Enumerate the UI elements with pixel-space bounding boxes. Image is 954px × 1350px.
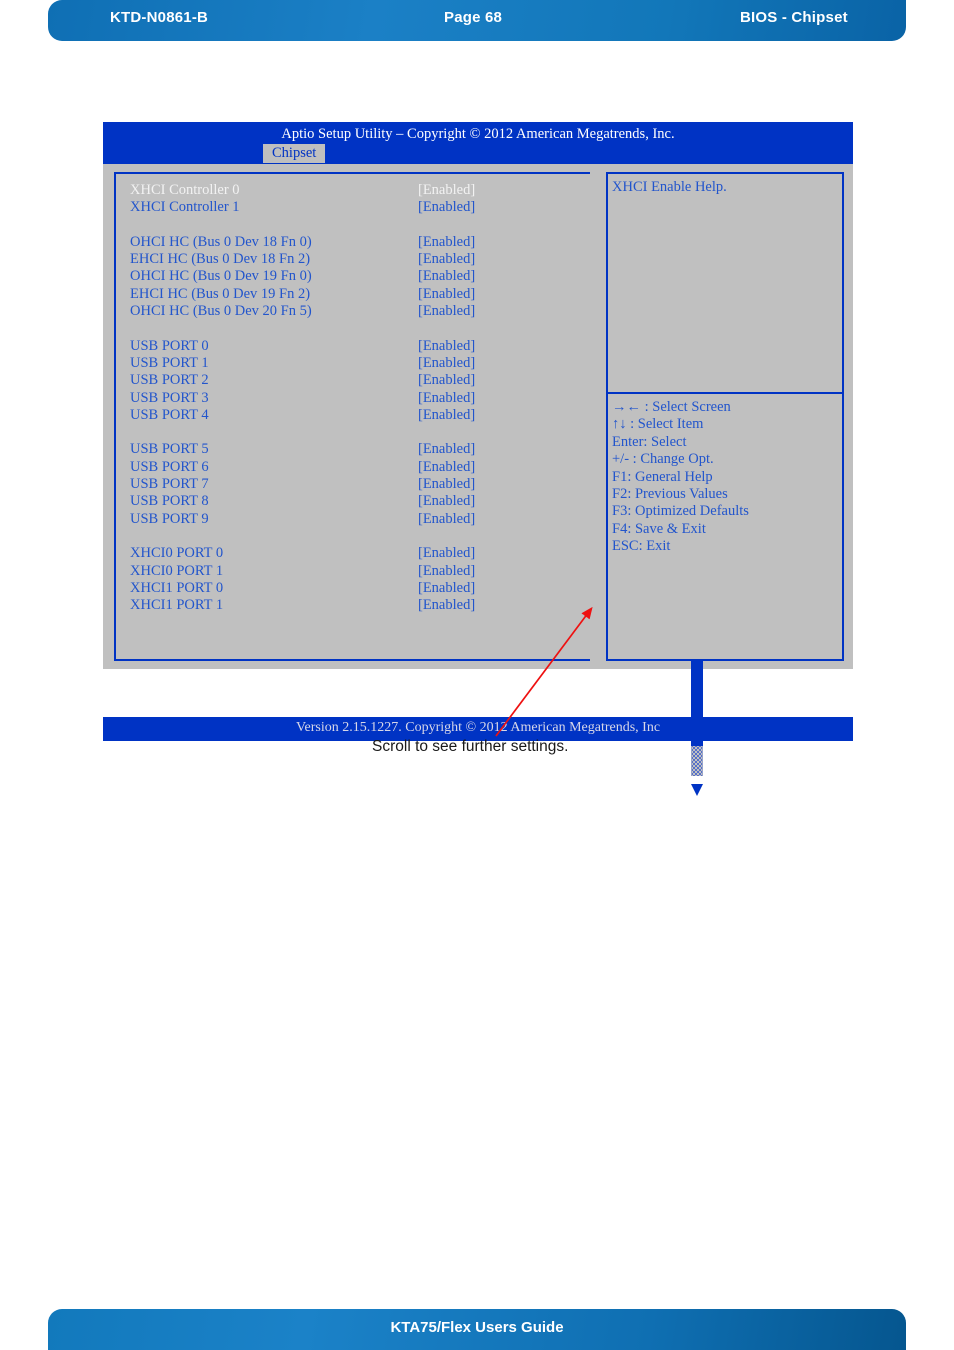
setting-label: OHCI HC (Bus 0 Dev 18 Fn 0) <box>130 233 312 250</box>
page-footer-bar: KTA75/Flex Users Guide <box>48 1309 906 1350</box>
setting-value[interactable]: [Enabled] <box>418 441 475 458</box>
settings-row[interactable]: EHCI HC (Bus 0 Dev 18 Fn 2) [Enabled] <box>130 251 580 268</box>
setting-label: USB PORT 4 <box>130 406 209 423</box>
settings-row[interactable]: XHCI Controller 0 [Enabled] <box>130 182 580 199</box>
setting-value[interactable]: [Enabled] <box>418 199 475 216</box>
settings-row[interactable]: USB PORT 4 [Enabled] <box>130 407 580 424</box>
row-spacer <box>130 320 580 337</box>
setting-label: XHCI1 PORT 1 <box>130 597 224 614</box>
settings-row[interactable]: USB PORT 0 [Enabled] <box>130 338 580 355</box>
settings-row[interactable]: XHCI Controller 1 [Enabled] <box>130 199 580 216</box>
document-id: KTD-N0861-B <box>110 9 209 26</box>
bios-version-text: Version 2.15.1227. Copyright © 2012 Amer… <box>295 720 661 735</box>
setting-label: EHCI HC (Bus 0 Dev 18 Fn 2) <box>130 251 311 268</box>
setting-label: USB PORT 9 <box>130 510 209 527</box>
settings-row[interactable]: USB PORT 1 [Enabled] <box>130 355 580 372</box>
setting-label: EHCI HC (Bus 0 Dev 19 Fn 2) <box>130 285 311 302</box>
section-title: BIOS - Chipset <box>740 9 848 26</box>
setting-value[interactable]: [Enabled] <box>418 303 475 320</box>
setting-label: XHCI1 PORT 0 <box>130 579 224 596</box>
setting-value[interactable]: [Enabled] <box>418 182 475 199</box>
bios-title-bar: Aptio Setup Utility – Copyright © 2012 A… <box>103 122 853 164</box>
setting-value[interactable]: [Enabled] <box>418 563 475 580</box>
key-legend-item: F3: Optimized Defaults <box>612 503 749 520</box>
setting-label: OHCI HC (Bus 0 Dev 20 Fn 5) <box>130 303 312 320</box>
bios-title-text: Aptio Setup Utility – Copyright © 2012 A… <box>281 126 675 142</box>
setting-value[interactable]: [Enabled] <box>418 338 475 355</box>
bios-version-bar: Version 2.15.1227. Copyright © 2012 Amer… <box>103 717 853 741</box>
key-legend-item: ESC: Exit <box>612 538 671 555</box>
setting-label: USB PORT 8 <box>130 493 209 510</box>
settings-row-list: XHCI Controller 0 [Enabled] XHCI Controlle… <box>130 182 580 614</box>
row-spacer <box>130 424 580 441</box>
setting-value[interactable]: [Enabled] <box>418 459 475 476</box>
setting-value[interactable]: [Enabled] <box>418 268 475 285</box>
settings-row[interactable]: OHCI HC (Bus 0 Dev 18 Fn 0) [Enabled] <box>130 234 580 251</box>
setting-value[interactable]: [Enabled] <box>418 355 475 372</box>
settings-row[interactable]: XHCI1 PORT 0 [Enabled] <box>130 580 580 597</box>
key-legend-item: →← : Select Screen <box>612 399 731 415</box>
page-header-bar: KTD-N0861-B Page 68 BIOS - Chipset <box>48 0 906 41</box>
setting-value[interactable]: [Enabled] <box>418 580 475 597</box>
setting-label: USB PORT 0 <box>130 337 209 354</box>
setting-label: USB PORT 3 <box>130 389 209 406</box>
setting-label: USB PORT 2 <box>130 372 209 389</box>
setting-value[interactable]: [Enabled] <box>418 511 475 528</box>
setting-label: XHCI Controller 1 <box>130 199 240 216</box>
key-legend-item: F4: Save & Exit <box>612 520 706 537</box>
setting-value[interactable]: [Enabled] <box>418 390 475 407</box>
key-legend-panel: →← : Select Screen ↑↓ : Select Item Enter:… <box>606 394 844 661</box>
setting-value[interactable]: [Enabled] <box>418 372 475 389</box>
tab-chipset[interactable]: Chipset <box>263 144 326 163</box>
setting-label: USB PORT 7 <box>130 476 209 493</box>
setting-value[interactable]: [Enabled] <box>418 407 475 424</box>
setting-label: USB PORT 5 <box>130 441 209 458</box>
setting-value[interactable]: [Enabled] <box>418 251 475 268</box>
setting-label: OHCI HC (Bus 0 Dev 19 Fn 0) <box>130 268 312 285</box>
settings-row[interactable]: XHCI0 PORT 0 [Enabled] <box>130 545 580 562</box>
key-legend-item: F1: General Help <box>612 468 713 485</box>
key-legend-item: F2: Previous Values <box>612 486 728 503</box>
setting-value[interactable]: [Enabled] <box>418 476 475 493</box>
help-text: XHCI Enable Help. <box>612 179 727 195</box>
settings-row[interactable]: OHCI HC (Bus 0 Dev 20 Fn 5) [Enabled] <box>130 303 580 320</box>
setting-label: XHCI0 PORT 1 <box>130 562 224 579</box>
settings-row[interactable]: USB PORT 3 [Enabled] <box>130 390 580 407</box>
settings-row[interactable]: USB PORT 2 [Enabled] <box>130 372 580 389</box>
key-legend-list: →← : Select Screen ↑↓ : Select Item Enter:… <box>612 399 749 556</box>
settings-row[interactable]: EHCI HC (Bus 0 Dev 19 Fn 2) [Enabled] <box>130 286 580 303</box>
setting-value[interactable]: [Enabled] <box>418 286 475 303</box>
document-page: KTD-N0861-B Page 68 BIOS - Chipset Aptio… <box>0 0 954 1350</box>
setting-value[interactable]: [Enabled] <box>418 545 475 562</box>
key-legend-item: Enter: Select <box>612 433 687 450</box>
row-spacer <box>130 217 580 234</box>
settings-row[interactable]: USB PORT 7 [Enabled] <box>130 476 580 493</box>
key-legend-item: ↑↓ : Select Item <box>612 416 704 433</box>
setting-label: USB PORT 6 <box>130 458 209 475</box>
settings-row[interactable]: XHCI0 PORT 1 [Enabled] <box>130 563 580 580</box>
key-legend-item: +/- : Change Opt. <box>612 451 714 468</box>
bios-body: XHCI Controller 0 [Enabled] XHCI Controlle… <box>103 164 853 796</box>
settings-row[interactable]: USB PORT 6 [Enabled] <box>130 459 580 476</box>
setting-label: XHCI Controller 0 <box>130 182 240 198</box>
settings-row[interactable]: OHCI HC (Bus 0 Dev 19 Fn 0) [Enabled] <box>130 268 580 285</box>
setting-value[interactable]: [Enabled] <box>418 493 475 510</box>
scrollbar-track[interactable] <box>691 746 703 776</box>
help-panel: XHCI Enable Help. <box>606 172 844 394</box>
guide-title: KTA75/Flex Users Guide <box>390 1319 564 1336</box>
setting-value[interactable]: [Enabled] <box>418 234 475 251</box>
settings-row[interactable]: USB PORT 5 [Enabled] <box>130 441 580 458</box>
scroll-down-arrow-icon[interactable] <box>691 784 703 796</box>
row-spacer <box>130 528 580 545</box>
setting-label: USB PORT 1 <box>130 354 209 371</box>
settings-panel: XHCI Controller 0 [Enabled] XHCI Controlle… <box>114 172 590 661</box>
page-number: Page 68 <box>444 9 503 26</box>
settings-row[interactable]: USB PORT 9 [Enabled] <box>130 511 580 528</box>
settings-row[interactable]: USB PORT 8 [Enabled] <box>130 493 580 510</box>
settings-row[interactable]: XHCI1 PORT 1 [Enabled] <box>130 597 580 614</box>
setting-label: XHCI0 PORT 0 <box>130 545 224 562</box>
setting-value[interactable]: [Enabled] <box>418 597 475 614</box>
bios-setup-screen: Aptio Setup Utility – Copyright © 2012 A… <box>103 122 853 796</box>
